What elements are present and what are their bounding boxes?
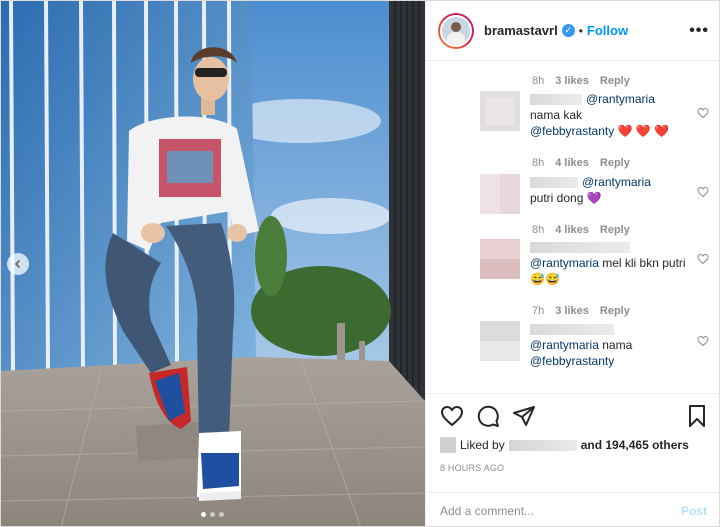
blurred-username: [530, 242, 630, 254]
carousel-prev-button[interactable]: [7, 253, 29, 275]
comment-text: putri dong: [530, 191, 584, 205]
reply-button[interactable]: Reply: [600, 224, 630, 236]
username-link[interactable]: bramastavrl: [484, 23, 558, 38]
comment-likes[interactable]: 4 likes: [555, 157, 589, 169]
comment-time: 8h: [532, 157, 545, 169]
comment-meta: 8h 4 likes Reply: [532, 157, 630, 169]
comment-meta: 7h 3 likes Reply: [532, 305, 630, 317]
reply-button[interactable]: Reply: [600, 157, 630, 169]
liker-avatar: [440, 437, 456, 453]
blurred-liker-name: [508, 439, 577, 451]
comment-meta: 8h 4 likes Reply: [532, 224, 630, 236]
mention-link[interactable]: @rantymaria: [530, 338, 599, 352]
comment-likes[interactable]: 3 likes: [555, 75, 589, 87]
commenter-avatar[interactable]: [480, 321, 520, 361]
comment-likes[interactable]: 4 likes: [555, 224, 589, 236]
chevron-left-icon: [14, 259, 21, 269]
carousel-indicator: [201, 512, 224, 517]
comment-emoji: ❤️ ❤️ ❤️: [617, 124, 670, 138]
comment-meta: 8h 3 likes Reply: [532, 75, 630, 87]
post-actions: Liked by and 194,465 others 8 HOURS AGO …: [426, 393, 719, 526]
comment-time: 8h: [532, 224, 545, 236]
mention-link[interactable]: @rantymaria: [586, 92, 655, 106]
post-modal: bramastavrl ✓ • Follow ••• 8h 3 likes Re…: [0, 0, 720, 527]
post-comment-button[interactable]: Post: [681, 504, 707, 518]
reply-button[interactable]: Reply: [600, 75, 630, 87]
separator-dot: •: [578, 23, 583, 38]
profile-avatar[interactable]: [438, 12, 474, 49]
verified-icon: ✓: [561, 24, 575, 37]
commenter-avatar[interactable]: [480, 174, 520, 214]
more-icon[interactable]: •••: [689, 22, 709, 40]
comments-list: 8h 3 likes Reply @rantymaria nama kak @f…: [426, 61, 719, 393]
comment-likes[interactable]: 3 likes: [555, 305, 589, 317]
commenter-avatar[interactable]: [480, 239, 520, 279]
mention-link[interactable]: @febbyrastanty: [530, 124, 614, 138]
like-comment-heart-icon[interactable]: [697, 186, 709, 198]
blurred-username: [530, 177, 578, 189]
likes-count[interactable]: and 194,465 others: [581, 438, 689, 452]
comment-composer: Post: [426, 492, 719, 526]
comment-icon[interactable]: [476, 404, 500, 428]
comment-time: 8h: [532, 75, 545, 87]
likes-summary[interactable]: Liked by and 194,465 others: [440, 437, 689, 453]
reply-button[interactable]: Reply: [600, 305, 630, 317]
mention-link[interactable]: @rantymaria: [530, 256, 599, 270]
photo-illustration: [1, 1, 425, 526]
post-header: bramastavrl ✓ • Follow •••: [426, 1, 719, 61]
commenter-avatar[interactable]: [480, 91, 520, 131]
comment-text: nama: [602, 338, 633, 352]
comment-emoji: 😅😅: [530, 272, 560, 286]
bookmark-icon[interactable]: [685, 404, 709, 428]
like-comment-heart-icon[interactable]: [697, 335, 709, 347]
post-timestamp: 8 HOURS AGO: [440, 463, 505, 473]
comment-emoji: 💜: [586, 191, 602, 205]
post-side-panel: bramastavrl ✓ • Follow ••• 8h 3 likes Re…: [425, 1, 719, 526]
blurred-username: [530, 94, 582, 106]
share-icon[interactable]: [512, 404, 536, 428]
comment-text: nama kak: [530, 108, 583, 122]
blurred-username: [530, 324, 614, 336]
carousel-dot: [219, 512, 224, 517]
comment-text: mel kli bkn putri: [602, 256, 686, 270]
likes-prefix: Liked by: [460, 438, 505, 452]
carousel-dot: [201, 512, 206, 517]
add-comment-input[interactable]: [440, 504, 681, 518]
like-comment-heart-icon[interactable]: [697, 253, 709, 265]
comment-time: 7h: [532, 305, 545, 317]
follow-button[interactable]: Follow: [587, 23, 628, 38]
like-comment-heart-icon[interactable]: [697, 107, 709, 119]
heart-icon[interactable]: [440, 404, 464, 428]
mention-link[interactable]: @rantymaria: [582, 175, 651, 189]
post-photo[interactable]: [1, 1, 425, 526]
mention-link[interactable]: @febbyrastanty: [530, 354, 614, 368]
carousel-dot: [210, 512, 215, 517]
action-icons: [440, 404, 709, 428]
